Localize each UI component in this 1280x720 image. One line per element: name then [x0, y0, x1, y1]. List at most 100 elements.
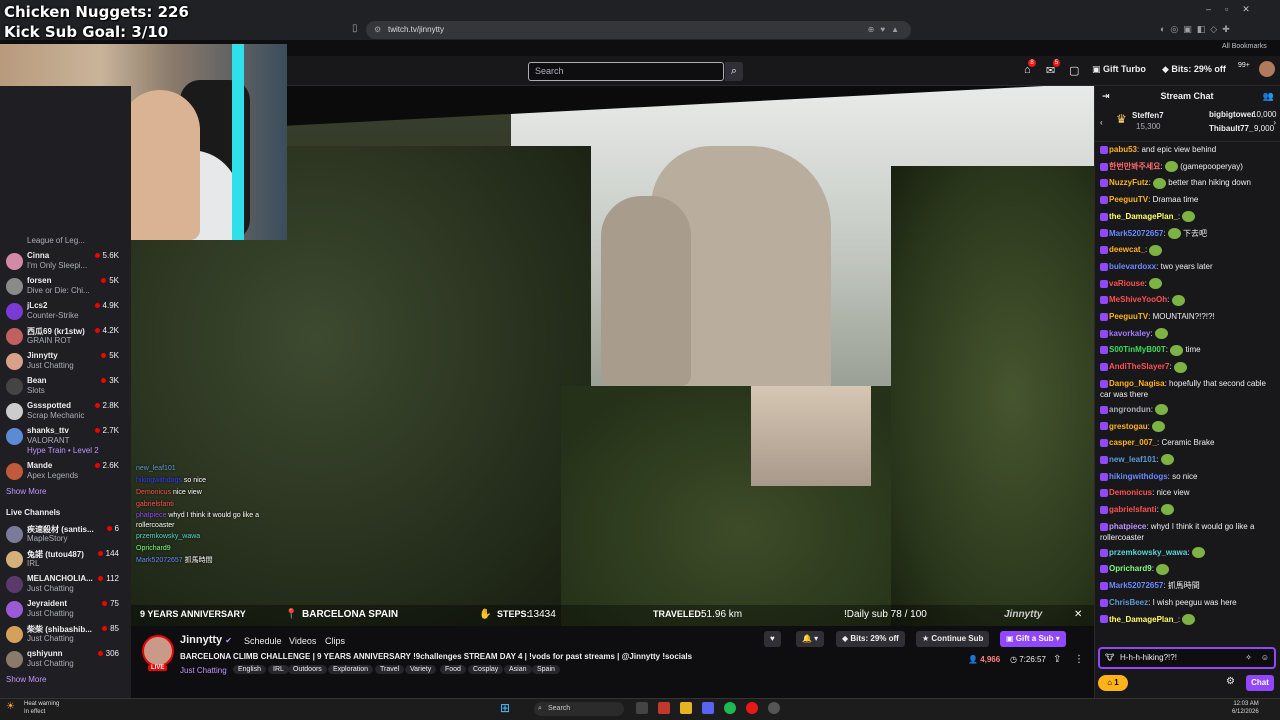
chat-badge-icon[interactable] — [1100, 162, 1108, 171]
tag[interactable]: Variety — [405, 665, 437, 674]
chat-emote-icon[interactable] — [1161, 504, 1175, 516]
tag[interactable]: English — [233, 665, 266, 674]
tag[interactable]: Cosplay — [468, 665, 504, 674]
whispers-icon[interactable]: ✉ 5 — [1046, 59, 1061, 77]
tab-clips[interactable]: Clips — [325, 636, 345, 646]
sidebar-channel[interactable]: Gssspotted Scrap Mechanic 2.8K — [0, 399, 131, 424]
chat-username[interactable]: gabrielsfanti — [1109, 505, 1157, 514]
obs-icon[interactable] — [746, 702, 758, 714]
all-bookmarks-link[interactable]: All Bookmarks — [1222, 43, 1267, 50]
chat-username[interactable]: 한번만봐주세요 — [1109, 162, 1161, 171]
leaderboard-next-icon[interactable]: › — [1273, 118, 1276, 127]
chat-badge-icon[interactable] — [1100, 196, 1108, 204]
tag[interactable]: Travel — [375, 665, 405, 674]
sidebar-partial-item[interactable]: League of Leg... — [0, 236, 131, 248]
chat-emote-icon[interactable] — [1182, 613, 1196, 625]
chat-username[interactable]: NuzzyFutz — [1109, 178, 1149, 187]
tab-schedule[interactable]: Schedule — [244, 636, 282, 646]
tag[interactable]: Asian — [504, 665, 532, 674]
close-icon[interactable]: ✕ — [1074, 609, 1082, 620]
get-bits-button[interactable]: ◆ Bits: 29% off — [1162, 64, 1226, 75]
chat-badge-icon[interactable] — [1100, 489, 1108, 498]
chat-badge-icon[interactable] — [1100, 505, 1108, 514]
spotify-icon[interactable] — [724, 702, 736, 714]
users-icon[interactable]: 👥 — [1263, 86, 1274, 106]
chat-badge-icon[interactable] — [1100, 379, 1108, 388]
sidebar-channel[interactable]: shanks_ttv VALORANT 2.7K Hype Train • Level… — [0, 424, 131, 458]
chat-badge-icon[interactable] — [1100, 565, 1108, 574]
sidebar-channel[interactable]: Cinna I'm Only Sleepi... 5.6K — [0, 249, 131, 274]
chat-username[interactable]: Demonicus — [1109, 488, 1152, 497]
chat-badge-icon[interactable] — [1100, 346, 1108, 355]
chat-badge-icon[interactable] — [1100, 246, 1108, 255]
sidebar-channel[interactable]: Jinnytty Just Chatting 5K — [0, 349, 131, 374]
chat-emote-icon[interactable] — [1149, 278, 1163, 290]
sidebar-channel[interactable]: jLcs2 Counter-Strike 4.9K — [0, 299, 131, 324]
window-controls[interactable]: –▫✕ — [1206, 4, 1264, 15]
continue-sub-button[interactable]: ★ Continue Sub — [916, 631, 990, 647]
chat-emote-icon[interactable] — [1191, 547, 1205, 559]
chat-username[interactable]: Mark52072657 — [1109, 581, 1163, 590]
taskbar-clock[interactable]: 12:03 AM 6/12/2026 — [1232, 700, 1259, 716]
gift-sub-button[interactable]: ▣ Gift a Sub ▾ — [1000, 631, 1066, 647]
sidebar-channel[interactable]: forsen Dive or Die: Chi... 5K — [0, 274, 131, 299]
tag[interactable]: Exploration — [328, 665, 374, 674]
share-icon[interactable]: ⇪ — [1053, 654, 1061, 665]
chat-username[interactable]: the_DamagePlan_ — [1109, 615, 1178, 624]
chat-badge-icon[interactable] — [1100, 598, 1108, 607]
discord-icon[interactable] — [702, 702, 714, 714]
chat-emote-icon[interactable] — [1170, 344, 1184, 356]
chat-badge-icon[interactable] — [1100, 455, 1108, 464]
user-avatar[interactable] — [1259, 61, 1275, 77]
chat-username[interactable]: phatpiece — [1109, 522, 1146, 531]
chat-username[interactable]: Oprichard9 — [1109, 564, 1152, 573]
chat-identity-icon[interactable]: 🐮 — [1105, 649, 1114, 667]
chat-badge-icon[interactable] — [1100, 422, 1108, 431]
chat-username[interactable]: Mark52072657 — [1109, 229, 1163, 238]
chat-badge-icon[interactable] — [1100, 329, 1108, 338]
taskbar-search[interactable]: ⌕ Search — [534, 702, 624, 716]
tag[interactable]: Spain — [532, 665, 560, 674]
follow-heart-icon[interactable]: ♥ — [764, 631, 781, 647]
chat-username[interactable]: pabu53 — [1109, 145, 1137, 154]
chat-username[interactable]: new_leaf101 — [1109, 455, 1156, 464]
sidebar-live-channel[interactable]: qshiyunn Just Chatting 306 — [0, 647, 131, 672]
chat-emote-icon[interactable] — [1149, 244, 1163, 256]
sidebar-live-channel[interactable]: 疾速殺材 (santis... MapleStory 6 — [0, 522, 131, 547]
sidebar-channel[interactable]: Bean Slots 3K — [0, 374, 131, 399]
chat-input[interactable]: 🐮 H-h-h-hiking?!?! ✧ ☺ — [1098, 647, 1276, 669]
show-more-live[interactable]: Show More — [6, 675, 46, 684]
chat-badge-icon[interactable] — [1100, 179, 1108, 188]
chat-badge-icon[interactable] — [1100, 582, 1108, 591]
chat-badge-icon[interactable] — [1100, 262, 1108, 271]
chat-username[interactable]: AndiTheSlayer7 — [1109, 362, 1169, 371]
notifications-icon[interactable]: ⌂ 8 — [1024, 59, 1036, 76]
chat-badge-icon[interactable] — [1100, 472, 1108, 481]
chat-badge-icon[interactable] — [1100, 312, 1108, 321]
chat-emote-icon[interactable] — [1160, 454, 1174, 466]
sidebar-channel[interactable]: Mande Apex Legends 2.6K — [0, 459, 131, 484]
address-bar[interactable]: ⚙ twitch.tv/jinnytty ⊕♥▲ — [366, 21, 911, 39]
chat-username[interactable]: S00TinMyB00T — [1109, 345, 1166, 354]
chat-username[interactable]: kavorkaley — [1109, 329, 1150, 338]
chat-emote-icon[interactable] — [1173, 361, 1187, 373]
bits-button[interactable]: ◆ Bits: 29% off — [836, 631, 905, 647]
chat-badge-icon[interactable] — [1100, 212, 1108, 221]
chat-badge-icon[interactable] — [1100, 615, 1108, 624]
chat-badge-icon[interactable] — [1100, 296, 1108, 305]
tag[interactable]: Outdoors — [288, 665, 327, 674]
emote-picker-icon[interactable]: ☺ — [1261, 649, 1269, 667]
chat-username[interactable]: hikingwithdogs — [1109, 472, 1168, 481]
sidebar-live-channel[interactable]: 兔諾 (tutou487) IRL 144 — [0, 547, 131, 572]
collapse-chat-icon[interactable]: ⇥ — [1102, 86, 1110, 106]
channel-name[interactable]: Jinnytty ✔ — [180, 634, 232, 646]
chat-username[interactable]: angrondun — [1109, 405, 1151, 414]
channel-points-button[interactable]: ⌂ 1 — [1098, 675, 1128, 691]
chat-badge-icon[interactable] — [1100, 145, 1108, 154]
chrome-icon[interactable] — [768, 702, 780, 714]
channel-avatar[interactable] — [142, 635, 174, 667]
omnibox-icons[interactable]: ⊕♥▲ — [868, 21, 905, 39]
chat-emote-icon[interactable] — [1182, 211, 1196, 223]
gift-turbo-button[interactable]: ▣ Gift Turbo — [1092, 64, 1146, 75]
chat-username[interactable]: bulevardoxx — [1109, 262, 1156, 271]
